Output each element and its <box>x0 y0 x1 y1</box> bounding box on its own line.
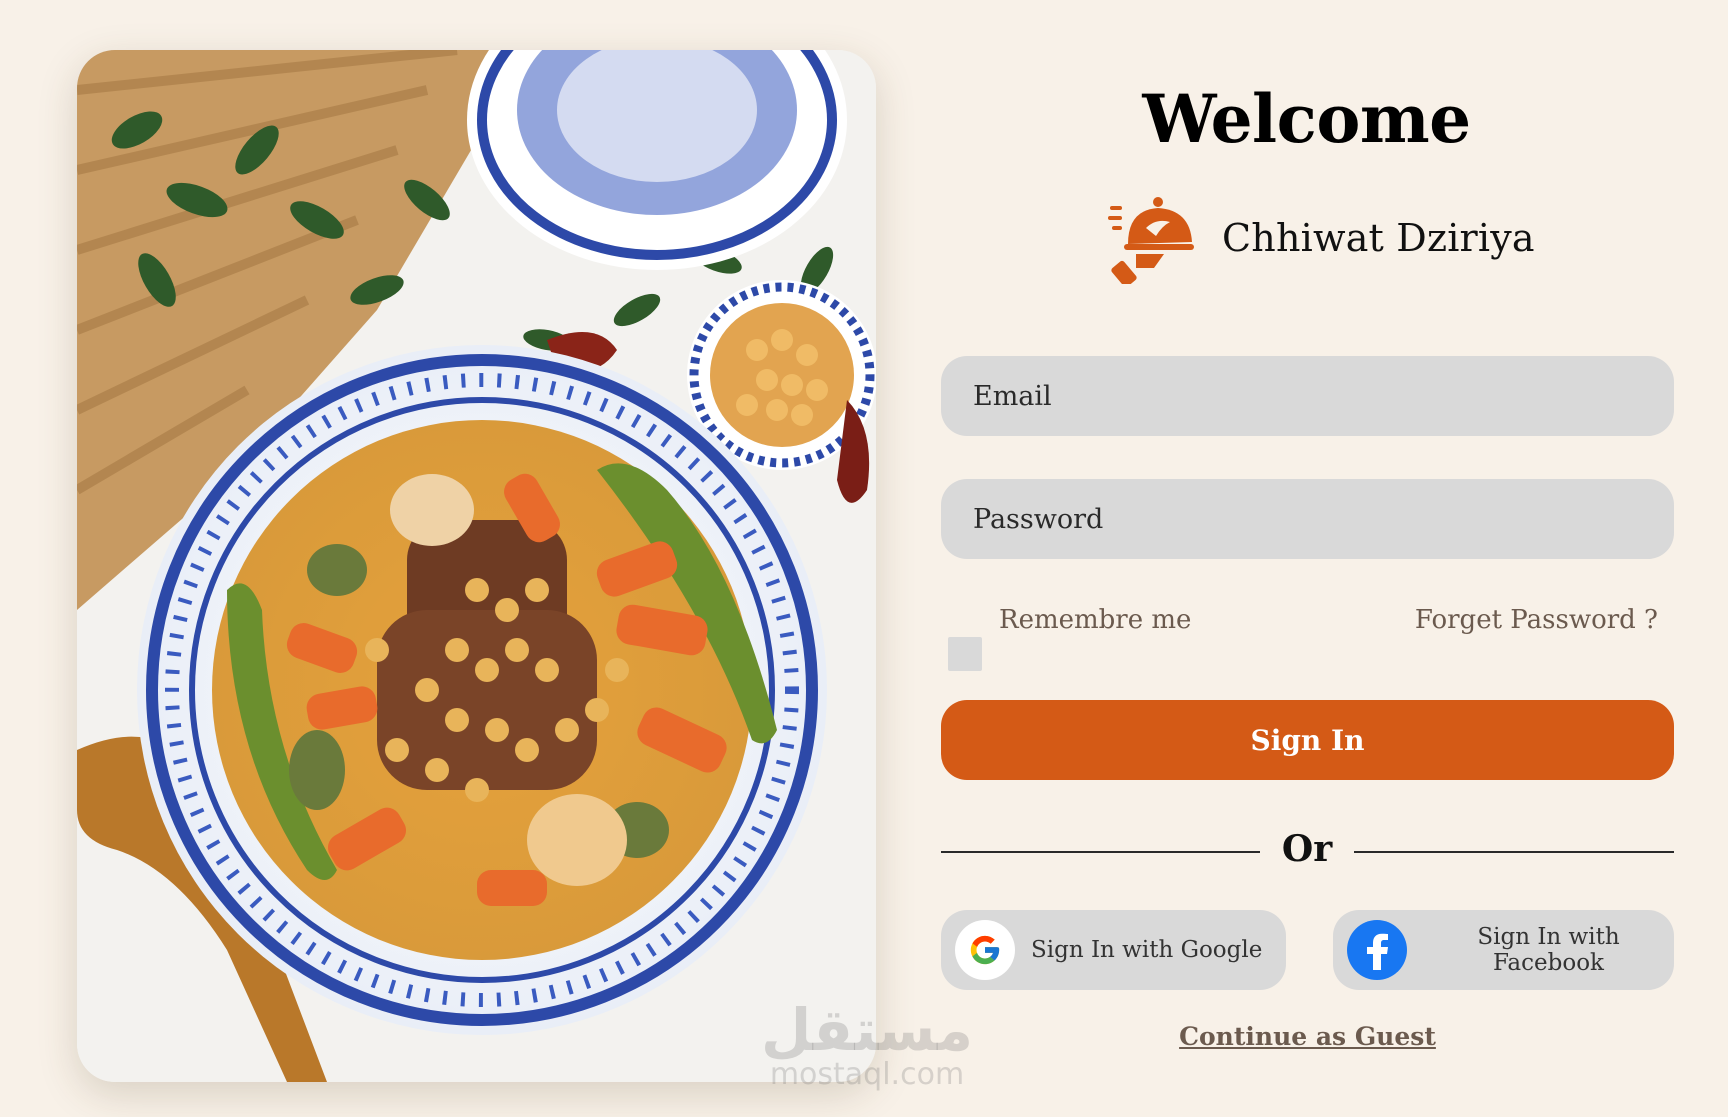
brand: Chhiwat Dziriya <box>1106 188 1535 288</box>
continue-as-guest-link[interactable]: Continue as Guest <box>941 1022 1674 1051</box>
hero-food-image <box>77 50 876 1082</box>
password-field[interactable] <box>941 479 1674 559</box>
forgot-password-link[interactable]: Forget Password ? <box>1415 605 1658 635</box>
divider-left <box>941 851 1260 853</box>
google-icon <box>955 920 1015 980</box>
or-separator: Or <box>1281 828 1333 870</box>
page-title: Welcome <box>1142 80 1471 158</box>
remember-me-label: Remembre me <box>999 605 1192 635</box>
divider-right <box>1354 851 1674 853</box>
brand-name: Chhiwat Dziriya <box>1222 216 1535 260</box>
facebook-sign-in-button[interactable]: Sign In with Facebook <box>1333 910 1674 990</box>
sign-in-button[interactable]: Sign In <box>941 700 1674 780</box>
email-field[interactable] <box>941 356 1674 436</box>
food-delivery-cloche-icon <box>1108 197 1194 284</box>
facebook-sign-in-label: Sign In with Facebook <box>1477 924 1620 976</box>
facebook-icon <box>1347 920 1407 980</box>
google-sign-in-button[interactable]: Sign In with Google <box>941 910 1286 990</box>
google-sign-in-label: Sign In with Google <box>1031 937 1263 963</box>
remember-me-checkbox[interactable] <box>948 637 982 671</box>
